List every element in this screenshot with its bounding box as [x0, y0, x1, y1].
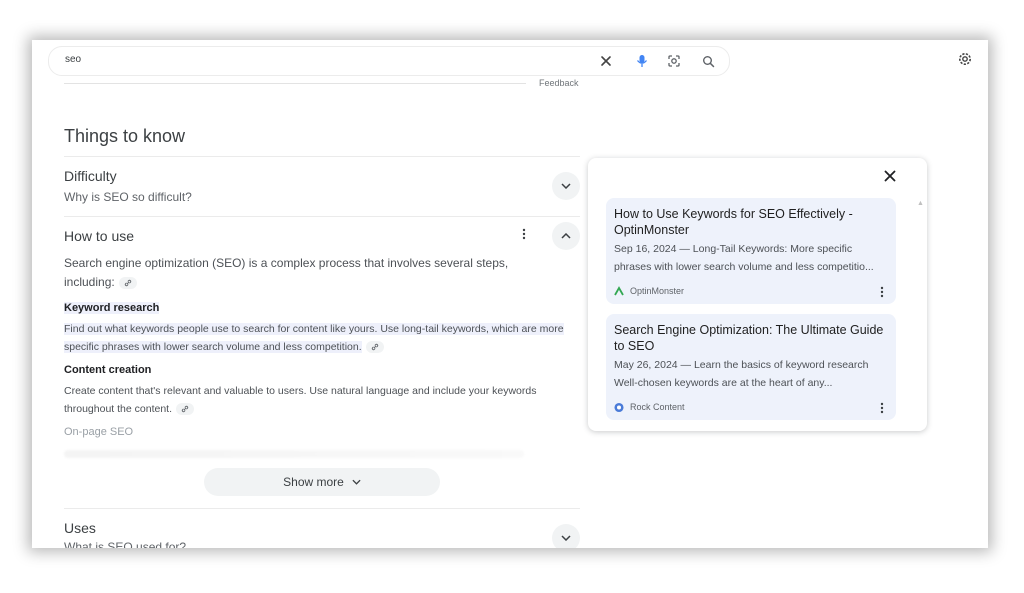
faded-text	[64, 450, 524, 458]
accordion-title: Difficulty	[64, 168, 117, 184]
close-icon[interactable]	[595, 50, 617, 72]
lens-icon[interactable]	[663, 50, 685, 72]
chevron-down-icon	[561, 183, 571, 189]
divider	[64, 508, 580, 509]
accordion-title[interactable]: How to use	[64, 228, 134, 244]
expand-button[interactable]	[552, 524, 580, 548]
step-heading: Keyword research	[64, 302, 160, 314]
more-options-icon[interactable]	[876, 284, 888, 300]
accordion-subtitle: What is SEO used for?	[64, 540, 187, 548]
chevron-down-icon	[561, 535, 571, 541]
chevron-up-icon	[561, 233, 571, 239]
divider	[64, 216, 580, 217]
top-bar: seo	[32, 40, 988, 78]
sources-panel: ▲ How to Use Keywords for SEO Effectivel…	[588, 158, 927, 431]
search-icon[interactable]	[697, 50, 719, 72]
collapse-button[interactable]	[552, 222, 580, 250]
step-paragraph: Find out what keywords people use to sea…	[64, 320, 580, 356]
close-icon[interactable]	[878, 164, 902, 188]
chevron-down-icon	[352, 479, 361, 485]
more-options-icon[interactable]	[876, 400, 888, 416]
accordion-title: Uses	[64, 520, 96, 536]
source-card[interactable]: Search Engine Optimization: The Ultimate…	[606, 314, 896, 420]
optinmonster-favicon	[614, 286, 624, 296]
accordion-subtitle: Why is SEO so difficult?	[64, 190, 192, 204]
browser-frame: seo Feedback Things to know Difficulty W…	[32, 40, 988, 548]
more-options-icon[interactable]	[518, 226, 530, 242]
step-heading: Content creation	[64, 364, 152, 376]
scroll-indicator[interactable]: ▲	[917, 200, 924, 208]
source-site: Rock Content	[614, 402, 685, 412]
step-text: Create content that's relevant and valua…	[64, 385, 537, 415]
link-icon[interactable]	[176, 403, 194, 416]
step-text: Find out what keywords people use to sea…	[64, 323, 564, 353]
section-title: Things to know	[64, 126, 186, 146]
search-input[interactable]: seo	[65, 54, 81, 65]
feedback-link[interactable]: Feedback	[539, 78, 579, 88]
link-icon[interactable]	[118, 276, 137, 289]
microphone-icon[interactable]	[631, 50, 653, 72]
source-card[interactable]: How to Use Keywords for SEO Effectively …	[606, 198, 896, 304]
rock-content-favicon	[614, 402, 624, 412]
source-title: How to Use Keywords for SEO Effectively …	[614, 207, 853, 237]
source-title: Search Engine Optimization: The Ultimate…	[614, 323, 884, 353]
intro-paragraph: Search engine optimization (SEO) is a co…	[64, 254, 544, 292]
show-more-button[interactable]: Show more	[204, 468, 440, 496]
expand-button[interactable]	[552, 172, 580, 200]
source-snippet: May 26, 2024 — Learn the basics of keywo…	[614, 359, 869, 389]
step-heading-faded: On-page SEO	[64, 426, 134, 438]
divider	[64, 83, 526, 84]
source-site: OptinMonster	[614, 286, 684, 296]
divider	[64, 156, 580, 157]
link-icon[interactable]	[365, 341, 384, 354]
gear-icon[interactable]	[954, 48, 976, 70]
source-name: OptinMonster	[630, 286, 685, 296]
source-name: Rock Content	[630, 402, 685, 412]
source-snippet: Sep 16, 2024 — Long-Tail Keywords: More …	[614, 243, 874, 273]
search-box[interactable]: seo	[48, 46, 730, 76]
step-paragraph: Create content that's relevant and valua…	[64, 382, 580, 418]
show-more-label: Show more	[283, 475, 344, 489]
